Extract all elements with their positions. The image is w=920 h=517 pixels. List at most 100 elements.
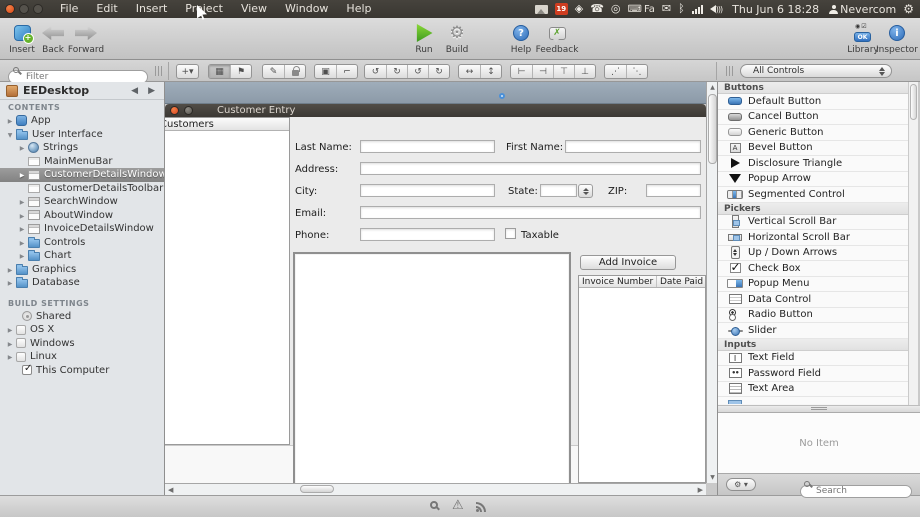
align-left-button[interactable]: ⊢ bbox=[511, 65, 532, 78]
controls-filter-dropdown[interactable]: All Controls bbox=[740, 64, 892, 78]
skype-indicator-icon[interactable]: ☎ bbox=[590, 0, 604, 18]
sidebar-item-graphics[interactable]: Graphics bbox=[0, 263, 164, 277]
library-item-popup-arrow[interactable]: Popup Arrow bbox=[718, 172, 908, 188]
sidebar-item-mainmenubar[interactable]: MainMenuBar bbox=[0, 155, 164, 169]
selected-container-control[interactable] bbox=[293, 252, 571, 483]
menu-view[interactable]: View bbox=[232, 0, 276, 18]
sidebar-item-database[interactable]: Database bbox=[0, 276, 164, 290]
disclosure-icon[interactable] bbox=[18, 250, 26, 261]
sidebar-item-customerdetailstoolbar[interactable]: CustomerDetailsToolbar bbox=[0, 182, 164, 196]
disclosure-icon[interactable] bbox=[18, 196, 26, 207]
user-menu[interactable]: Nevercom bbox=[829, 3, 896, 16]
disclosure-icon[interactable] bbox=[18, 237, 26, 248]
sidebar-item-strings[interactable]: Strings bbox=[0, 141, 164, 155]
minimize-window-button[interactable] bbox=[19, 4, 29, 14]
sidebar-item-this-computer[interactable]: This Computer bbox=[0, 364, 164, 378]
zip-field[interactable] bbox=[646, 184, 701, 197]
scrollbar-thumb[interactable] bbox=[300, 485, 334, 493]
volume-icon[interactable]: ))) bbox=[710, 5, 722, 14]
disclosure-icon[interactable] bbox=[6, 264, 14, 275]
library-item-bevel-button[interactable]: ABevel Button bbox=[718, 141, 908, 157]
sidebar-item-linux[interactable]: Linux bbox=[0, 350, 164, 364]
sidebar-item-searchwindow[interactable]: SearchWindow bbox=[0, 195, 164, 209]
add-item-button[interactable]: +▾ bbox=[177, 65, 198, 78]
sidebar-item-shared[interactable]: Shared bbox=[0, 310, 164, 324]
menu-help[interactable]: Help bbox=[337, 0, 380, 18]
library-item-up-down-arrows[interactable]: Up / Down Arrows bbox=[718, 246, 908, 262]
scroll-left-arrow[interactable]: ◀ bbox=[168, 486, 173, 494]
selection-handle[interactable] bbox=[499, 93, 505, 99]
city-field[interactable] bbox=[360, 184, 495, 197]
align-top-button[interactable]: ⊤ bbox=[553, 65, 574, 78]
library-grip[interactable] bbox=[726, 66, 734, 76]
disclosure-icon[interactable] bbox=[18, 142, 26, 153]
library-item-horizontal-scroll-bar[interactable]: Horizontal Scroll Bar bbox=[718, 230, 908, 246]
sidebar-item-controls[interactable]: Controls bbox=[0, 236, 164, 250]
align-bottom-button[interactable]: ⊥ bbox=[574, 65, 595, 78]
invoices-listbox[interactable]: Invoice Number Date Paid bbox=[578, 275, 706, 483]
disclosure-icon[interactable] bbox=[6, 338, 14, 349]
session-gear-icon[interactable]: ⚙ bbox=[903, 2, 914, 16]
date-paid-column[interactable]: Date Paid bbox=[657, 276, 705, 287]
library-item-generic-button[interactable]: Generic Button bbox=[718, 125, 908, 141]
sidebar-item-chart[interactable]: Chart bbox=[0, 249, 164, 263]
lock-left-edge-button[interactable]: ↺ bbox=[365, 65, 386, 78]
designed-window[interactable]: Customer Entry Customers Last Name: Firs… bbox=[165, 104, 706, 483]
lock-right-edge-button[interactable]: ↺ bbox=[407, 65, 428, 78]
equal-width-button[interactable]: ↔ bbox=[459, 65, 480, 78]
disclosure-icon[interactable] bbox=[18, 210, 26, 221]
sync-indicator-icon[interactable]: ◎ bbox=[611, 0, 621, 18]
feedback-button[interactable]: ✗ Feedback bbox=[531, 21, 583, 55]
status-warnings-icon[interactable]: ⚠ bbox=[452, 498, 464, 513]
status-search-icon[interactable] bbox=[430, 501, 438, 509]
editor-horizontal-scrollbar[interactable]: ◀ ▶ bbox=[165, 483, 706, 495]
sidebar-item-customerdetailswindow[interactable]: CustomerDetailsWindow bbox=[0, 168, 164, 182]
close-window-button[interactable] bbox=[5, 4, 15, 14]
menu-window[interactable]: Window bbox=[276, 0, 337, 18]
scroll-right-arrow[interactable]: ▶ bbox=[698, 486, 703, 494]
library-item-password-field[interactable]: ••Password Field bbox=[718, 366, 908, 382]
lock-top-edge-button[interactable]: ↻ bbox=[386, 65, 407, 78]
library-item-vertical-scroll-bar[interactable]: Vertical Scroll Bar bbox=[718, 215, 908, 231]
library-item-segmented-control[interactable]: Segmented Control bbox=[718, 187, 908, 203]
disclosure-icon[interactable] bbox=[6, 115, 14, 126]
designed-window-body[interactable]: Customers Last Name: First Name: Address… bbox=[165, 117, 706, 483]
phone-field[interactable] bbox=[360, 228, 495, 241]
library-splitter[interactable] bbox=[718, 405, 920, 413]
library-item-text-area[interactable]: Text Area bbox=[718, 382, 908, 398]
network-signal-icon[interactable] bbox=[692, 5, 703, 14]
scrollbar-thumb[interactable] bbox=[910, 84, 917, 120]
disclosure-icon[interactable] bbox=[6, 277, 14, 288]
maximize-window-button[interactable] bbox=[33, 4, 43, 14]
library-item-text-field[interactable]: IText Field bbox=[718, 351, 908, 367]
space-vertical-button[interactable]: ⋱ bbox=[626, 65, 647, 78]
checked-checkbox-icon[interactable] bbox=[22, 365, 32, 375]
corner-button[interactable]: ⌐ bbox=[336, 65, 357, 78]
library-item-slider[interactable]: Slider bbox=[718, 323, 908, 339]
lock-button[interactable] bbox=[284, 65, 305, 78]
mail-indicator-icon[interactable]: ✉ bbox=[662, 0, 671, 18]
state-field[interactable] bbox=[540, 184, 577, 197]
disclosure-icon[interactable] bbox=[6, 351, 14, 362]
project-name[interactable]: EEDesktop bbox=[23, 84, 126, 97]
designed-window-titlebar[interactable]: Customer Entry bbox=[165, 104, 706, 117]
screenshot-indicator-icon[interactable] bbox=[535, 5, 548, 14]
disclosure-icon[interactable] bbox=[18, 169, 26, 180]
library-item-disclosure-triangle[interactable]: Disclosure Triangle bbox=[718, 156, 908, 172]
invoice-number-column[interactable]: Invoice Number bbox=[579, 276, 657, 287]
pointer-mode-button[interactable]: ⚑ bbox=[230, 65, 251, 78]
scrollbar-thumb[interactable] bbox=[708, 94, 717, 164]
sidebar-item-user-interface[interactable]: User Interface bbox=[0, 128, 164, 142]
state-stepper[interactable] bbox=[578, 184, 593, 198]
align-right-button[interactable]: ⊣ bbox=[532, 65, 553, 78]
keyboard-layout-indicator[interactable]: ⌨Fa bbox=[628, 4, 655, 15]
first-name-field[interactable] bbox=[565, 140, 701, 153]
lock-bottom-edge-button[interactable]: ↻ bbox=[428, 65, 449, 78]
bluetooth-indicator-icon[interactable]: ᛒ bbox=[678, 0, 685, 18]
dropbox-indicator-icon[interactable]: ◈ bbox=[575, 0, 583, 18]
add-invoice-button[interactable]: Add Invoice bbox=[580, 255, 676, 270]
equal-height-button[interactable]: ↕ bbox=[480, 65, 501, 78]
sidebar-item-app[interactable]: App bbox=[0, 114, 164, 128]
nav-back-icon[interactable]: ◀ bbox=[126, 86, 143, 96]
duplicate-button[interactable]: ▣ bbox=[315, 65, 336, 78]
